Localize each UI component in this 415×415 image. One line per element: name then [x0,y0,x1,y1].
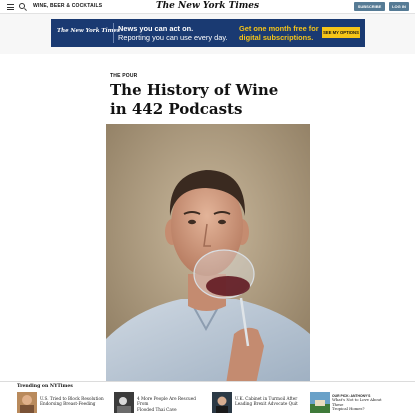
article-photo [106,124,310,384]
trending-item[interactable]: OUR PICK: ANTHONY'S What's Not to Love A… [310,392,402,414]
headline-line2: in 442 Podcasts [110,100,243,118]
subscription-ad[interactable]: The New York Times News you can act on. … [51,19,365,47]
ad-logo: The New York Times [57,28,121,34]
ad-subheadline: Reporting you can use every day. [118,33,228,42]
trending-headline: What's Not to Love About These Tropical H… [332,397,382,412]
ad-offer-line2: digital subscriptions. [239,33,314,42]
masthead-logo[interactable]: The New York Times [0,1,415,11]
trending-label: Trending on NYTimes [17,384,73,389]
ad-headline: News you can act on. [118,24,194,33]
login-button[interactable]: LOG IN [389,2,409,11]
trending-item[interactable]: U.K. Cabinet in Turmoil After Leading Bre… [212,392,304,414]
ad-offer-line1: Get one month free for [239,24,319,33]
see-options-button[interactable]: SEE MY OPTIONS [322,27,360,38]
trending-headline: U.K. Cabinet in Turmoil After Leading Bre… [235,396,298,407]
trending-headline: 4 More People Are Rescued From Flooded Th… [137,396,196,412]
article-kicker[interactable]: THE POUR [110,73,137,79]
trending-item[interactable]: U.S. Tried to Block Resolution Endorsing … [17,392,109,414]
trending-thumbnail [114,392,134,413]
trending-headline: U.S. Tried to Block Resolution Endorsing … [40,396,104,407]
ad-divider [113,23,114,43]
top-bar: WINE, BEER & COCKTAILS The New York Time… [0,0,415,14]
trending-thumbnail [212,392,232,413]
subscribe-button[interactable]: SUBSCRIBE [354,2,385,11]
trending-thumbnail [310,392,330,413]
trending-thumbnail [17,392,37,413]
trending-bar: Trending on NYTimes U.S. Tried to Block … [0,381,415,415]
article-headline: The History of Wine in 442 Podcasts [110,81,330,119]
headline-line1: The History of Wine [110,81,279,99]
trending-item[interactable]: 4 More People Are Rescued From Flooded Th… [114,392,206,414]
